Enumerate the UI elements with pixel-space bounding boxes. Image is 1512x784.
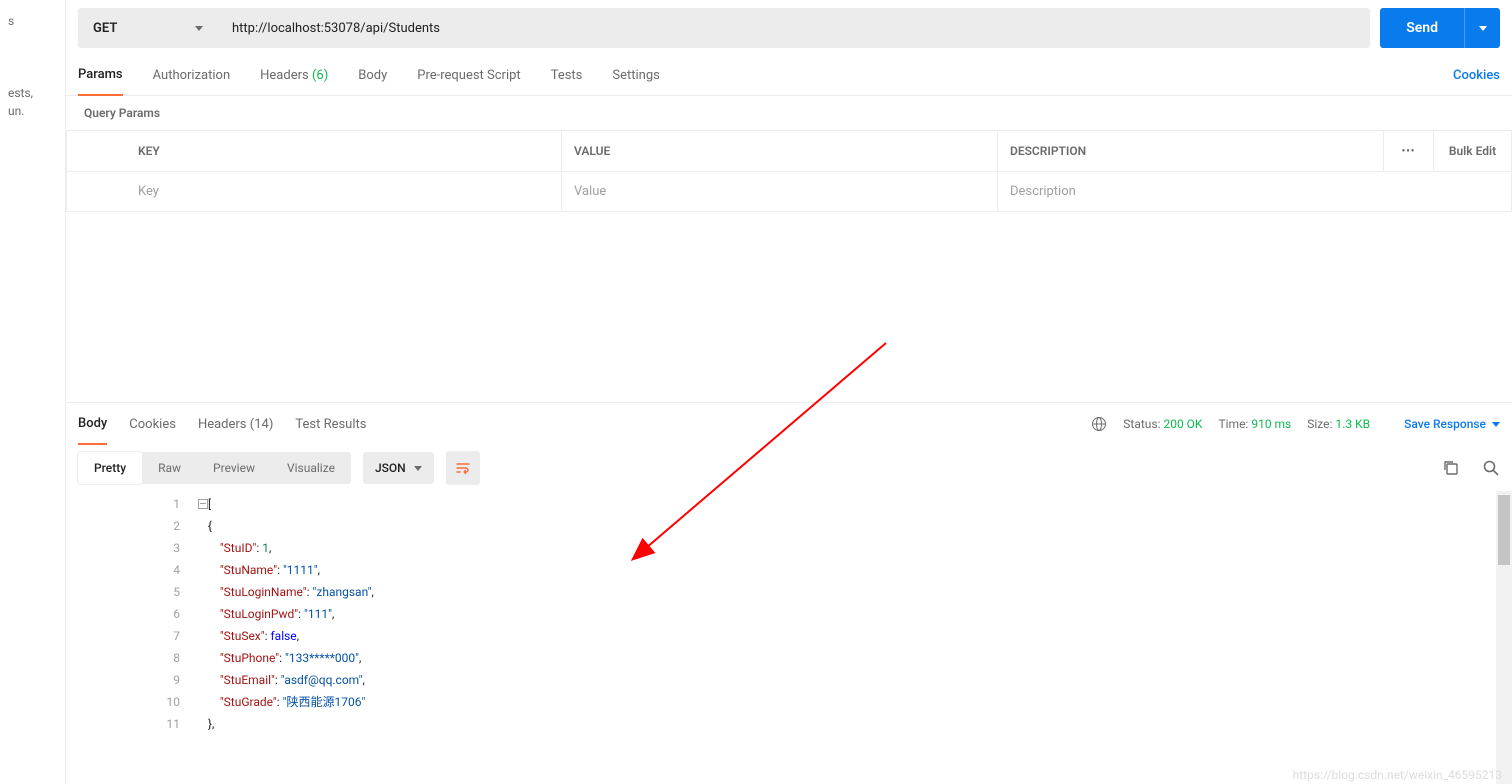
sidebar-text: s ests, un. [8,12,57,120]
tab-prerequest[interactable]: Pre-request Script [417,56,520,96]
response-panel: Body Cookies Headers (14) Test Results S… [66,402,1512,784]
chevron-down-icon [1492,422,1500,427]
view-visualize-button[interactable]: Visualize [271,452,351,484]
column-options-button[interactable]: ••• [1384,131,1434,171]
cookies-link[interactable]: Cookies [1453,68,1500,83]
send-dropdown-button[interactable] [1464,8,1500,48]
query-params-table: KEY VALUE DESCRIPTION ••• Bulk Edit Key … [66,130,1512,212]
globe-icon[interactable] [1091,416,1107,432]
search-icon[interactable] [1482,459,1500,477]
code-content: [ { "StuID": 1, "StuName": "1111", "StuL… [196,491,374,784]
line-number-gutter: 1234567891011 [66,491,196,784]
view-preview-button[interactable]: Preview [197,452,271,484]
tab-tests[interactable]: Tests [551,56,583,96]
resp-tab-cookies[interactable]: Cookies [129,403,176,445]
view-mode-group: Pretty Raw Preview Visualize [78,452,351,484]
response-toolbar: Pretty Raw Preview Visualize JSON [66,445,1512,491]
scrollbar-thumb[interactable] [1498,495,1510,565]
http-method-select[interactable]: GET [78,8,218,48]
tab-body[interactable]: Body [358,56,387,96]
resp-tab-tests[interactable]: Test Results [295,403,366,445]
view-pretty-button[interactable]: Pretty [78,452,142,484]
response-body-code[interactable]: 1234567891011 [ { "StuID": 1, "StuName":… [66,491,1512,784]
query-params-title: Query Params [66,96,1512,130]
save-response-button[interactable]: Save Response [1404,417,1500,431]
param-key-input[interactable]: Key [126,172,562,211]
format-select[interactable]: JSON [363,452,434,484]
column-checkbox [66,131,126,171]
response-meta: Status: 200 OK Time: 910 ms Size: 1.3 KB… [1091,416,1500,432]
tab-authorization[interactable]: Authorization [153,56,231,96]
url-input[interactable] [218,8,1370,48]
bulk-edit-button[interactable]: Bulk Edit [1434,131,1512,171]
wrap-lines-button[interactable] [446,451,480,485]
tab-headers[interactable]: Headers (6) [260,56,328,96]
tab-params[interactable]: Params [78,56,123,96]
sidebar: s ests, un. [0,0,66,784]
column-desc-header: DESCRIPTION [998,131,1384,171]
http-method-label: GET [93,21,117,36]
param-value-input[interactable]: Value [562,172,998,211]
request-tabs: Params Authorization Headers (6) Body Pr… [66,56,1512,96]
scrollbar[interactable] [1496,491,1512,784]
tab-settings[interactable]: Settings [612,56,659,96]
response-tabs: Body Cookies Headers (14) Test Results S… [66,403,1512,445]
column-key-header: KEY [126,131,562,171]
send-button[interactable]: Send [1380,8,1464,48]
request-bar: GET Send [66,0,1512,56]
more-icon: ••• [1402,146,1416,157]
param-row[interactable]: Key Value Description [66,171,1512,211]
param-desc-input[interactable]: Description [998,172,1512,211]
chevron-down-icon [414,466,422,471]
wrap-icon [455,460,471,476]
chevron-down-icon [195,26,203,31]
resp-tab-body[interactable]: Body [78,403,107,445]
watermark: https://blog.csdn.net/weixin_46595213 [1293,768,1502,782]
resp-tab-headers[interactable]: Headers (14) [198,403,273,445]
chevron-down-icon [1479,26,1487,31]
column-value-header: VALUE [562,131,998,171]
view-raw-button[interactable]: Raw [142,452,197,484]
copy-icon[interactable] [1442,459,1460,477]
